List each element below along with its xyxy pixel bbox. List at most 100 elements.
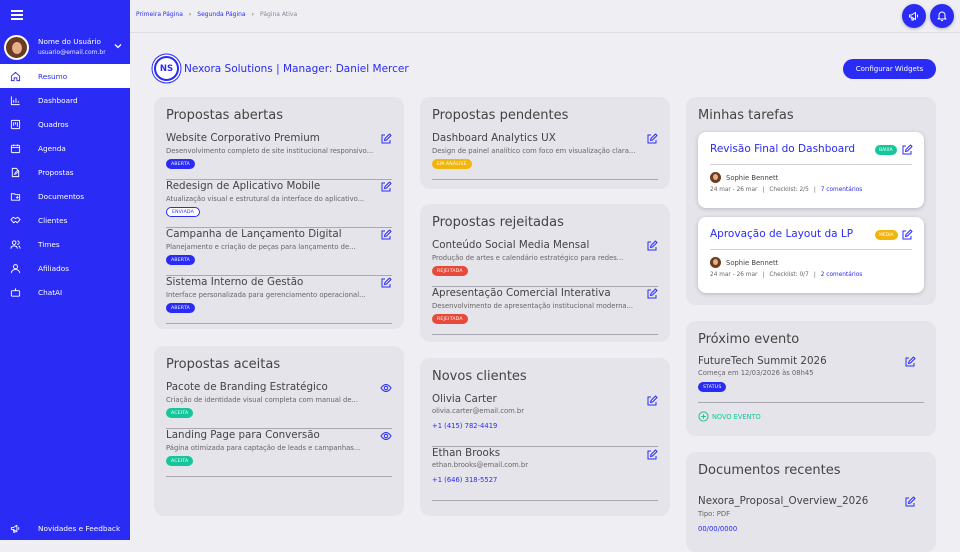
avatar	[4, 35, 29, 60]
menu-icon[interactable]	[11, 10, 23, 20]
client-name[interactable]: Ethan Brooks	[432, 447, 500, 459]
card-title: Novos clientes	[432, 369, 527, 384]
document-type: Tipo: PDF	[698, 510, 730, 518]
task-title[interactable]: Revisão Final do Dashboard	[710, 143, 855, 155]
sidebar-item-dashboard[interactable]: Dashboard	[0, 88, 130, 112]
task-comments[interactable]: 2 comentários	[821, 272, 863, 278]
proposal-title[interactable]: Apresentação Comercial Interativa	[432, 287, 611, 299]
client-phone[interactable]: +1 (415) 782-4419	[432, 422, 497, 430]
client-email: ethan.brooks@email.com.br	[432, 461, 529, 469]
edit-icon[interactable]	[646, 395, 658, 407]
edit-icon[interactable]	[380, 133, 392, 145]
user-profile[interactable]: Nome do Usuário usuario@email.com.br	[4, 35, 128, 61]
event-date: Começa em 12/03/2026 às 08h45	[698, 369, 814, 377]
task-card[interactable]: Revisão Final do Dashboard BAIXA Sophie …	[698, 132, 924, 208]
list-item: Dashboard Analytics UX Design de painel …	[432, 132, 658, 180]
proposal-title[interactable]: Landing Page para Conversão	[166, 429, 320, 441]
status-badge: REJEITADA	[432, 314, 468, 324]
eye-icon[interactable]	[380, 382, 392, 394]
user-name: Nome do Usuário	[38, 37, 101, 46]
eye-icon[interactable]	[380, 430, 392, 442]
proposal-title[interactable]: Website Corporativo Premium	[166, 132, 320, 144]
proposal-title[interactable]: Conteúdo Social Media Mensal	[432, 239, 589, 251]
robot-icon	[10, 287, 21, 297]
new-clients-card: Novos clientes Olivia Carter olivia.cart…	[420, 358, 670, 516]
card-title: Propostas abertas	[166, 108, 283, 123]
edit-icon[interactable]	[380, 277, 392, 289]
sidebar-item-times[interactable]: Times	[0, 232, 130, 256]
sidebar-item-documentos[interactable]: Documentos	[0, 184, 130, 208]
edit-icon[interactable]	[901, 229, 913, 241]
sidebar-item-label: Propostas	[38, 167, 74, 177]
rejected-proposals-card: Propostas rejeitadas Conteúdo Social Med…	[420, 204, 670, 342]
board-icon	[10, 119, 21, 129]
edit-icon[interactable]	[901, 144, 913, 156]
priority-badge: BAIXA	[875, 145, 897, 155]
client-name[interactable]: Olivia Carter	[432, 393, 497, 405]
proposal-desc: Design de painel analítico com foco em v…	[432, 147, 636, 155]
edit-icon[interactable]	[904, 356, 916, 368]
breadcrumb-current: Página Ativa	[260, 11, 298, 18]
avatar	[710, 172, 721, 183]
sidebar-item-label: Quadros	[38, 119, 69, 129]
edit-icon[interactable]	[646, 133, 658, 145]
tasks-card: Minhas tarefas Revisão Final do Dashboar…	[686, 97, 936, 305]
task-card[interactable]: Aprovação de Layout da LP MÉDIA Sophie B…	[698, 217, 924, 293]
task-meta: 24 mar - 26 mar | Checklist: 0/7 | 2 comentá…	[710, 272, 863, 278]
status-badge: EM ANÁLISE	[432, 159, 472, 169]
sidebar-item-afiliados[interactable]: Afiliados	[0, 256, 130, 280]
proposal-desc: Desenvolvimento de apresentação instituc…	[432, 302, 634, 310]
proposal-title[interactable]: Redesign de Aplicativo Mobile	[166, 180, 320, 192]
edit-icon[interactable]	[646, 449, 658, 461]
chevron-right-icon: ›	[188, 11, 192, 18]
client-email: olivia.carter@email.com.br	[432, 407, 524, 415]
edit-icon[interactable]	[904, 496, 916, 508]
task-meta: 24 mar - 26 mar | Checklist: 2/5 | 7 comentá…	[710, 187, 863, 193]
edit-icon[interactable]	[380, 229, 392, 241]
sidebar: Nome do Usuário usuario@email.com.br Res…	[0, 0, 130, 540]
card-title: Propostas rejeitadas	[432, 215, 564, 230]
user-icon	[10, 263, 21, 273]
proposal-title[interactable]: Campanha de Lançamento Digital	[166, 228, 342, 240]
proposal-desc: Página otimizada para captação de leads …	[166, 444, 361, 452]
breadcrumb-item[interactable]: Primeira Página	[136, 11, 183, 18]
company-header: NS Nexora Solutions | Manager: Daniel Me…	[154, 56, 409, 81]
task-title[interactable]: Aprovação de Layout da LP	[710, 228, 853, 240]
document-name[interactable]: Nexora_Proposal_Overview_2026	[698, 495, 868, 507]
document-date: 00/00/0000	[698, 525, 738, 533]
configure-widgets-button[interactable]: Configurar Widgets	[843, 59, 936, 79]
proposal-desc: Desenvolvimento completo de site institu…	[166, 147, 374, 155]
client-item: Ethan Brooks ethan.brooks@email.com.br +…	[432, 447, 658, 501]
chevron-right-icon: ›	[251, 11, 254, 18]
client-item: Olivia Carter olivia.carter@email.com.br…	[432, 393, 658, 447]
proposal-title[interactable]: Dashboard Analytics UX	[432, 132, 556, 144]
notifications-button[interactable]	[930, 4, 954, 28]
list-item: Conteúdo Social Media Mensal Produção de…	[432, 239, 658, 287]
event-title[interactable]: FutureTech Summit 2026	[698, 355, 827, 367]
announcements-button[interactable]	[902, 4, 926, 28]
sidebar-item-propostas[interactable]: Propostas	[0, 160, 130, 184]
edit-icon[interactable]	[380, 181, 392, 193]
sidebar-item-agenda[interactable]: Agenda	[0, 136, 130, 160]
edit-icon[interactable]	[646, 240, 658, 252]
card-title: Propostas pendentes	[432, 108, 569, 123]
status-badge: ACEITA	[166, 408, 194, 418]
sidebar-item-chatai[interactable]: ChatAI	[0, 280, 130, 304]
client-phone[interactable]: +1 (646) 318-5527	[432, 476, 497, 484]
sidebar-item-label: Agenda	[38, 143, 66, 153]
edit-icon[interactable]	[646, 288, 658, 300]
proposal-title[interactable]: Pacote de Branding Estratégico	[166, 381, 328, 393]
new-event-button[interactable]: NOVO EVENTO	[698, 411, 761, 422]
proposal-title[interactable]: Sistema Interno de Gestão	[166, 276, 303, 288]
bar-chart-icon	[10, 95, 20, 105]
task-comments[interactable]: 7 comentários	[821, 187, 863, 193]
breadcrumb-item[interactable]: Segunda Página	[197, 11, 245, 18]
chevron-down-icon[interactable]	[112, 40, 124, 52]
status-badge: ACEITA	[166, 456, 194, 466]
news-feedback-button[interactable]: Novidades e Feedback	[10, 523, 120, 534]
status-badge: ABERTA	[166, 159, 195, 169]
list-item: Website Corporativo Premium Desenvolvime…	[166, 132, 392, 180]
sidebar-item-quadros[interactable]: Quadros	[0, 112, 130, 136]
sidebar-item-resumo[interactable]: Resumo	[0, 64, 130, 88]
sidebar-item-clientes[interactable]: Clientes	[0, 208, 130, 232]
